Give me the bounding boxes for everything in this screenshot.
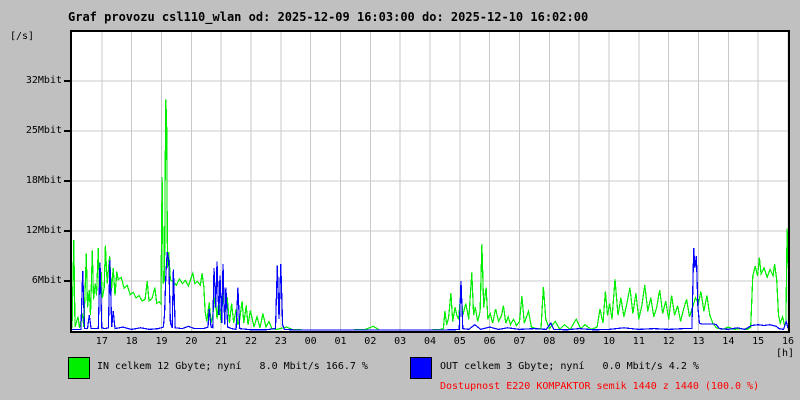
x-axis-unit-label: [h] — [775, 348, 794, 359]
x-tick-label: 12 — [662, 336, 675, 347]
y-tick-mark — [64, 280, 71, 282]
legend-in-swatch — [68, 357, 90, 379]
x-tick-label: 18 — [125, 336, 138, 347]
y-tick-mark — [64, 230, 71, 232]
x-tick-label: 13 — [692, 336, 705, 347]
x-tick-label: 03 — [394, 336, 407, 347]
x-tick-label: 22 — [244, 336, 258, 347]
x-tick-label: 10 — [602, 336, 616, 347]
x-tick-label: 23 — [274, 336, 287, 347]
x-tick-label: 20 — [185, 336, 198, 347]
y-tick-label: 32Mbit — [25, 75, 62, 86]
x-tick-label: 11 — [632, 336, 645, 347]
y-tick-mark — [64, 80, 71, 82]
x-tick-label: 05 — [453, 336, 466, 347]
x-tick-label: 00 — [304, 336, 317, 347]
y-tick-label: 6Mbit — [31, 275, 62, 286]
y-tick-mark — [64, 180, 71, 182]
traffic-chart-canvas — [72, 32, 788, 331]
x-tick-label: 02 — [364, 336, 377, 347]
y-tick-label: 12Mbit — [25, 225, 62, 236]
y-tick-label: 25Mbit — [25, 125, 62, 136]
legend-out-label: OUT celkem 3 Gbyte; nyní 0.0 Mbit/s 4.2 … — [440, 361, 699, 372]
graph-title: Graf provozu csl110_wlan od: 2025-12-09 … — [68, 10, 589, 24]
mrtg-graph-page: { "chart_data": { "type": "line", "title… — [0, 0, 800, 400]
plot-area — [70, 30, 790, 333]
y-tick-label: 18Mbit — [25, 175, 62, 186]
x-tick-label: 16 — [781, 336, 795, 347]
availability-text: Dostupnost E220 KOMPAKTOR semik 1440 z 1… — [440, 381, 760, 392]
x-tick-label: 06 — [483, 336, 496, 347]
x-tick-label: 15 — [752, 336, 765, 347]
x-tick-label: 21 — [215, 336, 228, 347]
y-tick-mark — [64, 130, 71, 132]
x-tick-label: 19 — [155, 336, 168, 347]
x-tick-label: 04 — [423, 336, 437, 347]
x-tick-label: 08 — [543, 336, 556, 347]
legend-in-label: IN celkem 12 Gbyte; nyní 8.0 Mbit/s 166.… — [97, 361, 368, 372]
y-axis-unit-label: [/s] — [10, 31, 35, 42]
x-tick-label: 14 — [722, 336, 735, 347]
x-tick-label: 09 — [573, 336, 586, 347]
legend-out-swatch — [410, 357, 432, 379]
x-tick-label: 01 — [334, 336, 347, 347]
x-tick-label: 17 — [95, 336, 108, 347]
x-tick-label: 07 — [513, 336, 526, 347]
